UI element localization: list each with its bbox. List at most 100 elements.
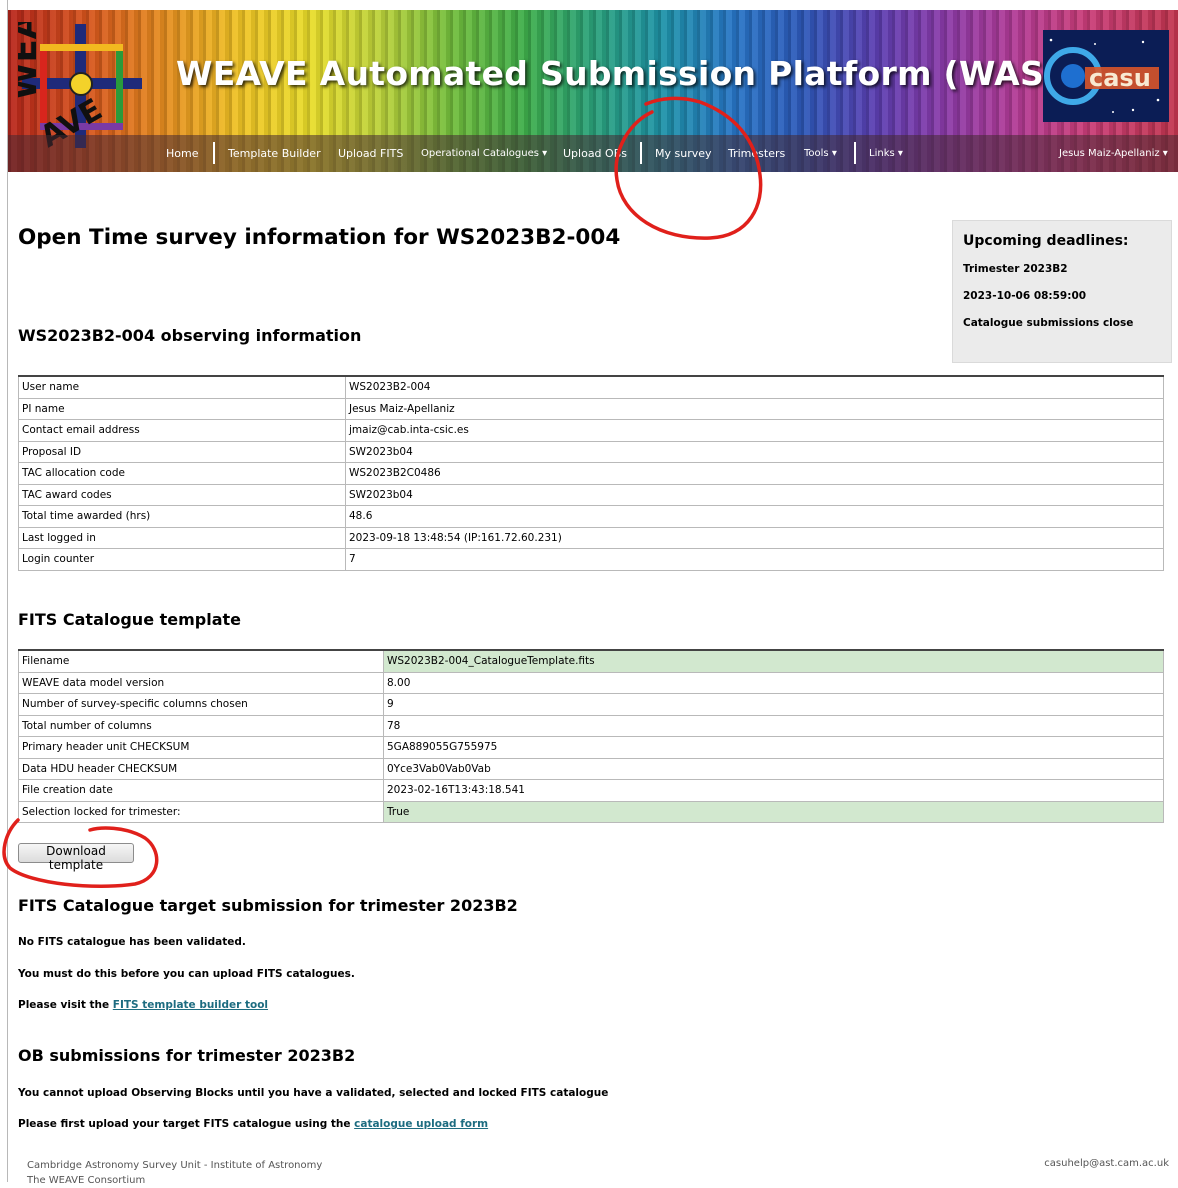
nav-trimesters[interactable]: Trimesters: [728, 135, 785, 172]
row-value: 5GA889055G755975: [383, 736, 1164, 759]
deadline-datetime: 2023-10-06 08:59:00: [963, 290, 1087, 302]
nav-links[interactable]: Links ▾: [869, 135, 903, 172]
nav-links-label: Links: [869, 148, 895, 159]
row-label: WEAVE data model version: [18, 671, 384, 694]
hint-text: Please first upload your target FITS cat…: [18, 1118, 355, 1130]
weave-logo[interactable]: WEAVE AVE: [18, 22, 146, 150]
row-label: Total time awarded (hrs): [18, 505, 346, 528]
catalogue-upload-form-link[interactable]: catalogue upload form: [354, 1118, 488, 1130]
upload-requirement-message: You must do this before you can upload F…: [18, 968, 355, 980]
site-title: WEAVE Automated Submission Platform (WAS…: [176, 54, 1084, 93]
row-label: Number of survey-specific columns chosen: [18, 693, 384, 716]
upcoming-deadlines-panel: Upcoming deadlines: Trimester 2023B2 202…: [952, 220, 1172, 363]
ob-restriction-message: You cannot upload Observing Blocks until…: [18, 1087, 609, 1099]
row-value: 7: [345, 548, 1164, 571]
nav-tools-label: Tools: [804, 148, 829, 159]
caret-down-icon: ▾: [542, 148, 548, 159]
row-value: WS2023B2-004_CatalogueTemplate.fits: [383, 649, 1164, 673]
row-value: 9: [383, 693, 1164, 716]
row-label: Contact email address: [18, 419, 346, 442]
row-label: TAC allocation code: [18, 462, 346, 485]
fits-template-table: Filename WS2023B2-004_CatalogueTemplate.f…: [18, 649, 1164, 823]
row-label: Selection locked for trimester:: [18, 800, 384, 823]
table-row: Last logged in 2023-09-18 13:48:54 (IP:16…: [18, 526, 1164, 549]
table-row: User name WS2023B2-004: [18, 375, 1164, 399]
nav-upload-obs[interactable]: Upload OBs: [563, 135, 627, 172]
nav-tools[interactable]: Tools ▾: [804, 135, 837, 172]
table-row: PI name Jesus Maiz-Apellaniz: [18, 397, 1164, 420]
template-builder-hint: Please visit the FITS template builder t…: [18, 999, 268, 1011]
row-label: File creation date: [18, 779, 384, 802]
table-row: Total number of columns 78: [18, 714, 1164, 737]
nav-separator: [640, 142, 642, 164]
row-label: PI name: [18, 397, 346, 420]
row-value: 78: [383, 714, 1164, 737]
caret-down-icon: ▾: [831, 148, 837, 159]
row-label: Primary header unit CHECKSUM: [18, 736, 384, 759]
table-row: Login counter 7: [18, 548, 1164, 571]
table-row: Proposal ID SW2023b04: [18, 440, 1164, 463]
row-label: TAC award codes: [18, 483, 346, 506]
row-value: WS2023B2-004: [345, 375, 1164, 399]
row-label: Filename: [18, 649, 384, 673]
nav-template-builder[interactable]: Template Builder: [228, 135, 321, 172]
row-value: 0Yce3Vab0Vab0Vab: [383, 757, 1164, 780]
table-row: Data HDU header CHECKSUM 0Yce3Vab0Vab0Vab: [18, 757, 1164, 780]
table-row: Number of survey-specific columns chosen…: [18, 693, 1164, 716]
table-row: Filename WS2023B2-004_CatalogueTemplate.f…: [18, 649, 1164, 673]
row-label: Last logged in: [18, 526, 346, 549]
row-value: 2023-09-18 13:48:54 (IP:161.72.60.231): [345, 526, 1164, 549]
observing-info-heading: WS2023B2-004 observing information: [18, 326, 362, 345]
footer-left: Cambridge Astronomy Survey Unit - Instit…: [27, 1158, 322, 1188]
nav-separator: [213, 142, 215, 164]
row-value: 48.6: [345, 505, 1164, 528]
nav-bar: Home Template Builder Upload FITS Operat…: [8, 135, 1178, 172]
catalogue-upload-hint: Please first upload your target FITS cat…: [18, 1118, 488, 1130]
row-value: 8.00: [383, 671, 1164, 694]
observing-info-table: User name WS2023B2-004 PI name Jesus Maiz-…: [18, 375, 1164, 571]
table-row: TAC allocation code WS2023B2C0486: [18, 462, 1164, 485]
casu-logo-text: casu: [1089, 64, 1151, 92]
footer-help-email[interactable]: casuhelp@ast.cam.ac.uk: [1044, 1158, 1169, 1169]
deadline-event: Catalogue submissions close: [963, 317, 1134, 329]
page-border: [7, 0, 8, 1182]
row-value: jmaiz@cab.inta-csic.es: [345, 419, 1164, 442]
nav-separator: [854, 142, 856, 164]
row-label: Total number of columns: [18, 714, 384, 737]
footer-consortium-link[interactable]: The WEAVE Consortium: [27, 1173, 322, 1188]
header-banner: WEAVE AVE WEAVE Automated Submission Pla…: [8, 10, 1178, 172]
row-value: Jesus Maiz-Apellaniz: [345, 397, 1164, 420]
deadlines-heading: Upcoming deadlines:: [963, 233, 1129, 249]
table-row: File creation date 2023-02-16T13:43:18.54…: [18, 779, 1164, 802]
fits-template-heading: FITS Catalogue template: [18, 610, 242, 629]
table-row: Primary header unit CHECKSUM 5GA889055G75…: [18, 736, 1164, 759]
row-value: 2023-02-16T13:43:18.541: [383, 779, 1164, 802]
row-value: SW2023b04: [345, 483, 1164, 506]
row-value: SW2023b04: [345, 440, 1164, 463]
hint-text: Please visit the: [18, 999, 113, 1011]
row-label: Login counter: [18, 548, 346, 571]
casu-logo[interactable]: casu: [1043, 30, 1169, 122]
caret-down-icon: ▾: [1162, 148, 1168, 159]
caret-down-icon: ▾: [897, 148, 903, 159]
target-submission-heading: FITS Catalogue target submission for tri…: [18, 896, 518, 915]
deadline-trimester: Trimester 2023B2: [963, 263, 1068, 275]
table-row: Total time awarded (hrs) 48.6: [18, 505, 1164, 528]
download-template-button[interactable]: Download template: [18, 843, 134, 872]
nav-user-label: Jesus Maiz-Apellaniz: [1059, 148, 1160, 159]
footer-institute: Cambridge Astronomy Survey Unit - Instit…: [27, 1160, 323, 1171]
nav-operational-catalogues[interactable]: Operational Catalogues ▾: [421, 135, 547, 172]
fits-template-builder-link[interactable]: FITS template builder tool: [113, 999, 268, 1011]
row-label: Data HDU header CHECKSUM: [18, 757, 384, 780]
table-row: TAC award codes SW2023b04: [18, 483, 1164, 506]
table-row: WEAVE data model version 8.00: [18, 671, 1164, 694]
table-row: Selection locked for trimester: True: [18, 800, 1164, 823]
row-label: User name: [18, 375, 346, 399]
nav-upload-fits[interactable]: Upload FITS: [338, 135, 403, 172]
ob-submissions-heading: OB submissions for trimester 2023B2: [18, 1046, 356, 1065]
nav-user-menu[interactable]: Jesus Maiz-Apellaniz ▾: [1059, 135, 1168, 172]
nav-my-survey[interactable]: My survey: [655, 135, 712, 172]
nav-operational-catalogues-label: Operational Catalogues: [421, 148, 539, 159]
row-value: WS2023B2C0486: [345, 462, 1164, 485]
nav-home[interactable]: Home: [166, 135, 198, 172]
